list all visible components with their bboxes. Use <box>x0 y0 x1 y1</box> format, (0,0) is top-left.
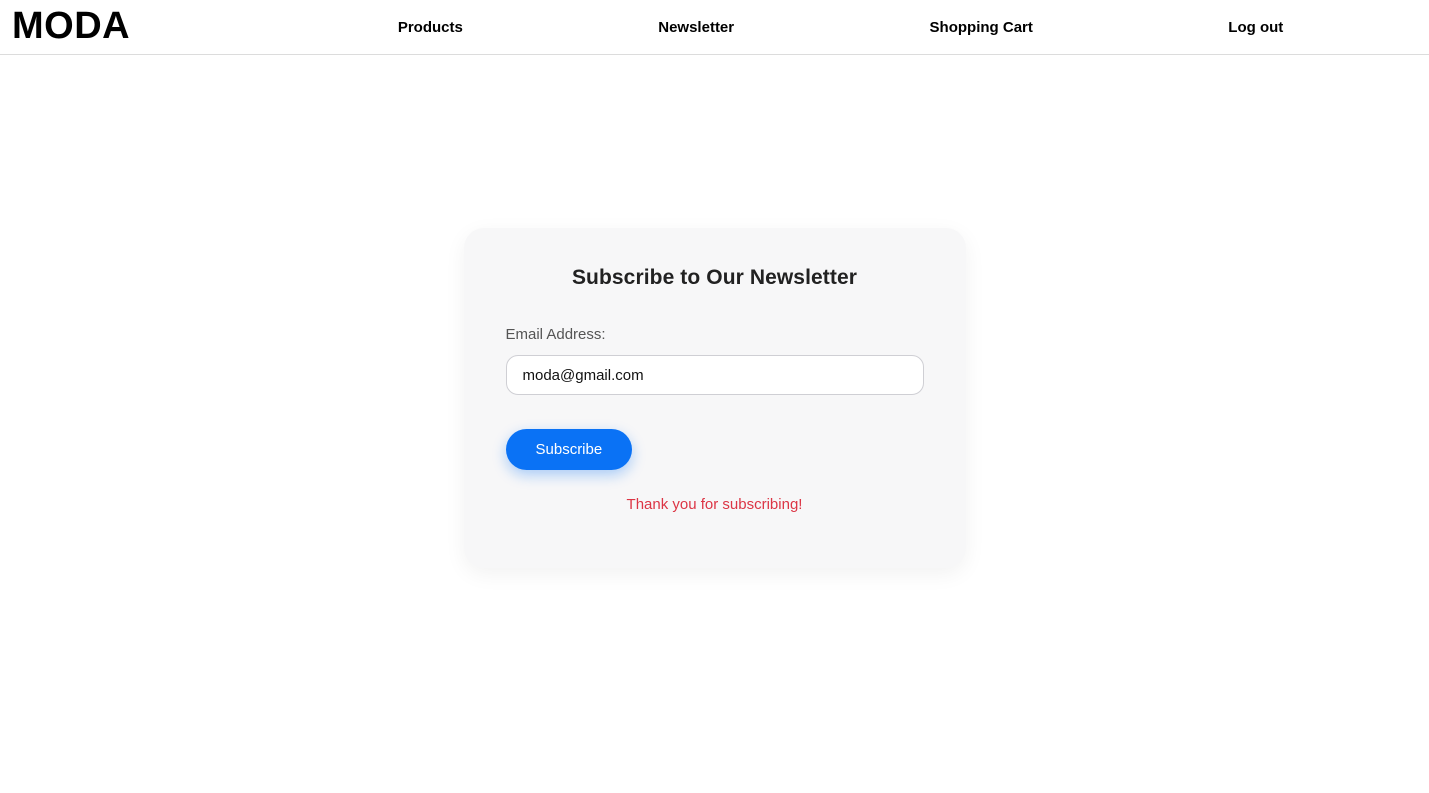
newsletter-subscribe-card: Subscribe to Our Newsletter Email Addres… <box>463 228 966 568</box>
subscribe-button[interactable]: Subscribe <box>505 429 633 470</box>
site-header: MODA Products Newsletter Shopping Cart L… <box>0 0 1429 55</box>
nav-link-newsletter[interactable]: Newsletter <box>658 19 734 36</box>
status-message: Thank you for subscribing! <box>626 496 803 513</box>
page-title: Subscribe to Our Newsletter <box>571 266 858 289</box>
nav-link-products[interactable]: Products <box>398 19 463 36</box>
nav-link-shopping-cart[interactable]: Shopping Cart <box>930 19 1033 36</box>
nav-link-log-out[interactable]: Log out <box>1228 19 1283 36</box>
brand-logo[interactable]: MODA <box>12 7 130 47</box>
page-main: Subscribe to Our Newsletter Email Addres… <box>0 55 1429 793</box>
email-field-label: Email Address: <box>505 326 606 343</box>
email-input[interactable] <box>505 355 924 395</box>
main-nav: Products Newsletter Shopping Cart Log ou… <box>130 0 1417 54</box>
